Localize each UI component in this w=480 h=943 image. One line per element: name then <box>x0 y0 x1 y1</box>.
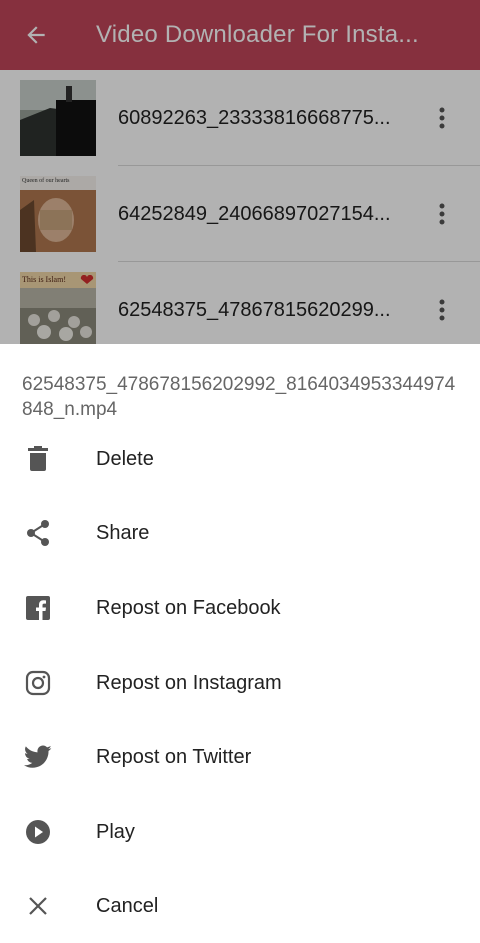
play-circle-icon <box>24 818 52 846</box>
cancel-action[interactable]: Cancel <box>0 869 480 943</box>
action-label: Delete <box>96 447 154 470</box>
twitter-icon <box>24 743 52 771</box>
instagram-icon <box>24 669 52 697</box>
play-action[interactable]: Play <box>0 795 480 869</box>
action-label: Share <box>96 521 150 544</box>
action-label: Repost on Facebook <box>96 596 281 619</box>
share-icon <box>24 519 52 547</box>
close-icon <box>24 892 52 920</box>
repost-instagram-action[interactable]: Repost on Instagram <box>0 646 480 720</box>
modal-scrim[interactable] <box>0 0 480 344</box>
facebook-icon <box>24 594 52 622</box>
action-label: Play <box>96 820 135 843</box>
bottom-sheet: 62548375_478678156202992_816403495334497… <box>0 344 480 941</box>
repost-facebook-action[interactable]: Repost on Facebook <box>0 571 480 645</box>
share-action[interactable]: Share <box>0 496 480 570</box>
sheet-file-name: 62548375_478678156202992_816403495334497… <box>22 374 456 420</box>
action-label: Cancel <box>96 894 159 917</box>
action-label: Repost on Instagram <box>96 671 282 694</box>
trash-icon <box>24 445 52 473</box>
action-label: Repost on Twitter <box>96 745 252 768</box>
repost-twitter-action[interactable]: Repost on Twitter <box>0 720 480 794</box>
delete-action[interactable]: Delete <box>0 422 480 496</box>
